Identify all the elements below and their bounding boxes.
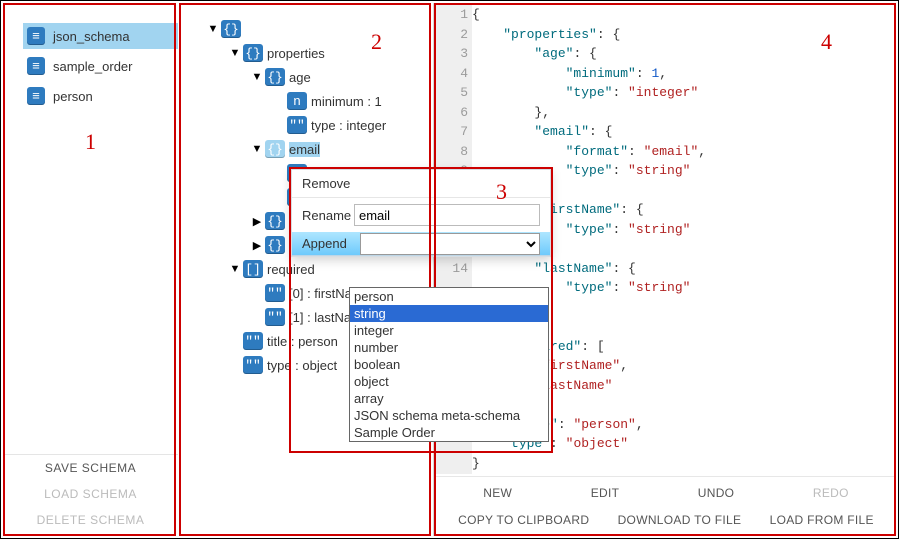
append-option[interactable]: object bbox=[350, 373, 548, 390]
twist-icon[interactable]: ▶ bbox=[249, 239, 265, 252]
popup-append-dropdown[interactable]: personstringintegernumberbooleanobjectar… bbox=[349, 287, 549, 442]
popup-append-label: Append bbox=[302, 236, 360, 251]
type-chip: {} bbox=[265, 212, 285, 230]
type-chip: {} bbox=[265, 140, 285, 158]
schema-item-person[interactable]: ≡ person bbox=[23, 83, 178, 109]
delete-schema-button[interactable]: DELETE SCHEMA bbox=[3, 507, 178, 533]
save-schema-button[interactable]: SAVE SCHEMA bbox=[3, 455, 178, 481]
tree-row[interactable]: ▼{} email bbox=[183, 137, 431, 161]
twist-icon[interactable]: ▼ bbox=[249, 71, 265, 83]
action-load-from-file[interactable]: LOAD FROM FILE bbox=[766, 511, 878, 529]
schema-buttons: SAVE SCHEMA LOAD SCHEMA DELETE SCHEMA bbox=[3, 454, 178, 533]
popup-rename-label: Rename bbox=[302, 208, 354, 223]
context-popup: Remove Rename Append bbox=[291, 169, 551, 257]
schema-item-json_schema[interactable]: ≡ json_schema bbox=[23, 23, 178, 49]
tree-row[interactable]: n minimum : 1 bbox=[183, 89, 431, 113]
schema-item-label: json_schema bbox=[53, 29, 130, 44]
popup-append-select[interactable] bbox=[360, 233, 540, 255]
schema-list-panel: ≡ json_schema ≡ sample_order ≡ person SAVE SC… bbox=[3, 3, 178, 537]
append-option[interactable]: array bbox=[350, 390, 548, 407]
tree-row[interactable]: ▼[] required bbox=[183, 257, 431, 281]
document-icon: ≡ bbox=[27, 87, 45, 105]
tree-row-label: type : integer bbox=[311, 118, 386, 133]
actions-row-2: COPY TO CLIPBOARD DOWNLOAD TO FILE LOAD FR… bbox=[444, 511, 888, 529]
document-icon: ≡ bbox=[27, 57, 45, 75]
twist-icon[interactable]: ▼ bbox=[249, 143, 265, 155]
action-undo[interactable]: UNDO bbox=[694, 484, 739, 502]
twist-icon[interactable]: ▼ bbox=[227, 47, 243, 59]
type-chip: {} bbox=[265, 68, 285, 86]
action-redo[interactable]: REDO bbox=[809, 484, 853, 502]
tree-row[interactable]: "" type : integer bbox=[183, 113, 431, 137]
twist-icon[interactable]: ▶ bbox=[249, 215, 265, 228]
schema-item-sample_order[interactable]: ≡ sample_order bbox=[23, 53, 178, 79]
schema-list: ≡ json_schema ≡ sample_order ≡ person bbox=[3, 23, 178, 109]
tree-row[interactable]: ▼{} properties bbox=[183, 41, 431, 65]
append-option[interactable]: number bbox=[350, 339, 548, 356]
type-chip: [] bbox=[243, 260, 263, 278]
action-edit[interactable]: EDIT bbox=[587, 484, 624, 502]
tree-row-label: title : person bbox=[267, 334, 338, 349]
append-option[interactable]: Sample Order bbox=[350, 424, 548, 441]
zone-4-label: 4 bbox=[821, 31, 832, 53]
load-schema-button[interactable]: LOAD SCHEMA bbox=[3, 481, 178, 507]
popup-rename-row: Rename bbox=[292, 198, 550, 232]
code-actions: NEW EDIT UNDO REDO COPY TO CLIPBOARD DOWNLOA… bbox=[436, 476, 896, 536]
document-icon: ≡ bbox=[27, 27, 45, 45]
popup-append-row: Append bbox=[292, 232, 550, 256]
actions-row-1: NEW EDIT UNDO REDO bbox=[444, 484, 888, 502]
tree-row[interactable]: ▼{} bbox=[183, 17, 431, 41]
schema-tree: ▼{}▼{}properties▼{}agenminimum : 1""type… bbox=[183, 3, 431, 537]
schema-item-label: person bbox=[53, 89, 93, 104]
action-copy-to-clipboard[interactable]: COPY TO CLIPBOARD bbox=[454, 511, 593, 529]
tree-row-label: required bbox=[267, 262, 315, 277]
tree-row[interactable]: ▼{} age bbox=[183, 65, 431, 89]
tree-row-label: age bbox=[289, 70, 311, 85]
append-option[interactable]: person bbox=[350, 288, 548, 305]
action-download-to-file[interactable]: DOWNLOAD TO FILE bbox=[614, 511, 746, 529]
type-chip: {} bbox=[265, 236, 285, 254]
type-chip: {} bbox=[243, 44, 263, 62]
twist-icon[interactable]: ▼ bbox=[205, 23, 221, 35]
schema-item-label: sample_order bbox=[53, 59, 133, 74]
zone-3-label: 3 bbox=[496, 181, 507, 203]
tree-row-label: properties bbox=[267, 46, 325, 61]
tree-row-label: email bbox=[289, 142, 320, 157]
type-chip: {} bbox=[221, 20, 241, 38]
tree-row-label: type : object bbox=[267, 358, 337, 373]
type-chip: n bbox=[287, 92, 307, 110]
type-chip: "" bbox=[265, 284, 285, 302]
action-new[interactable]: NEW bbox=[479, 484, 516, 502]
append-option[interactable]: string bbox=[350, 305, 548, 322]
popup-remove-label: Remove bbox=[302, 176, 350, 191]
tree-row-label: minimum : 1 bbox=[311, 94, 382, 109]
append-option[interactable]: boolean bbox=[350, 356, 548, 373]
type-chip: "" bbox=[243, 356, 263, 374]
type-chip: "" bbox=[243, 332, 263, 350]
zone-2-label: 2 bbox=[371, 31, 382, 53]
type-chip: "" bbox=[287, 116, 307, 134]
code-panel: 1234567891011121314 { "properties": { "a… bbox=[436, 3, 896, 536]
type-chip: "" bbox=[265, 308, 285, 326]
twist-icon[interactable]: ▼ bbox=[227, 263, 243, 275]
append-option[interactable]: JSON schema meta-schema bbox=[350, 407, 548, 424]
popup-rename-input[interactable] bbox=[354, 204, 540, 226]
zone-1-label: 1 bbox=[85, 131, 96, 153]
append-option[interactable]: integer bbox=[350, 322, 548, 339]
popup-remove[interactable]: Remove bbox=[292, 170, 550, 198]
